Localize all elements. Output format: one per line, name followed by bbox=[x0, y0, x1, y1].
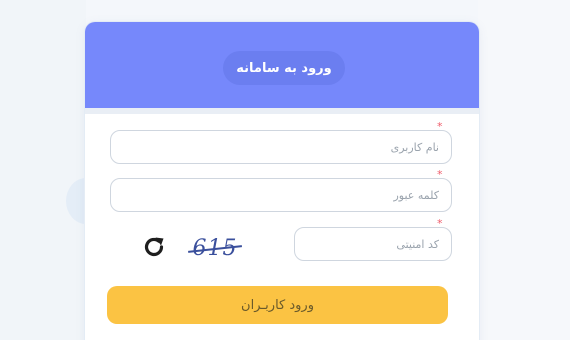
password-input[interactable]: کلمه عبور bbox=[110, 178, 452, 212]
login-title: ورود به سامانه bbox=[223, 51, 345, 85]
username-input[interactable]: نام کاربری bbox=[110, 130, 452, 164]
login-header: ورود به سامانه bbox=[85, 22, 479, 108]
page-background-left bbox=[0, 0, 86, 340]
header-divider bbox=[85, 108, 479, 114]
login-submit-button[interactable]: ورود کاربـران bbox=[107, 286, 448, 324]
captcha-image: 615 bbox=[185, 232, 245, 264]
captcha-input[interactable]: کد امنیتی bbox=[294, 227, 452, 261]
refresh-captcha-icon[interactable] bbox=[141, 234, 167, 260]
login-card: ورود به سامانه * نام کاربری * کلمه عبور … bbox=[85, 22, 479, 340]
page-background-right bbox=[478, 0, 570, 340]
